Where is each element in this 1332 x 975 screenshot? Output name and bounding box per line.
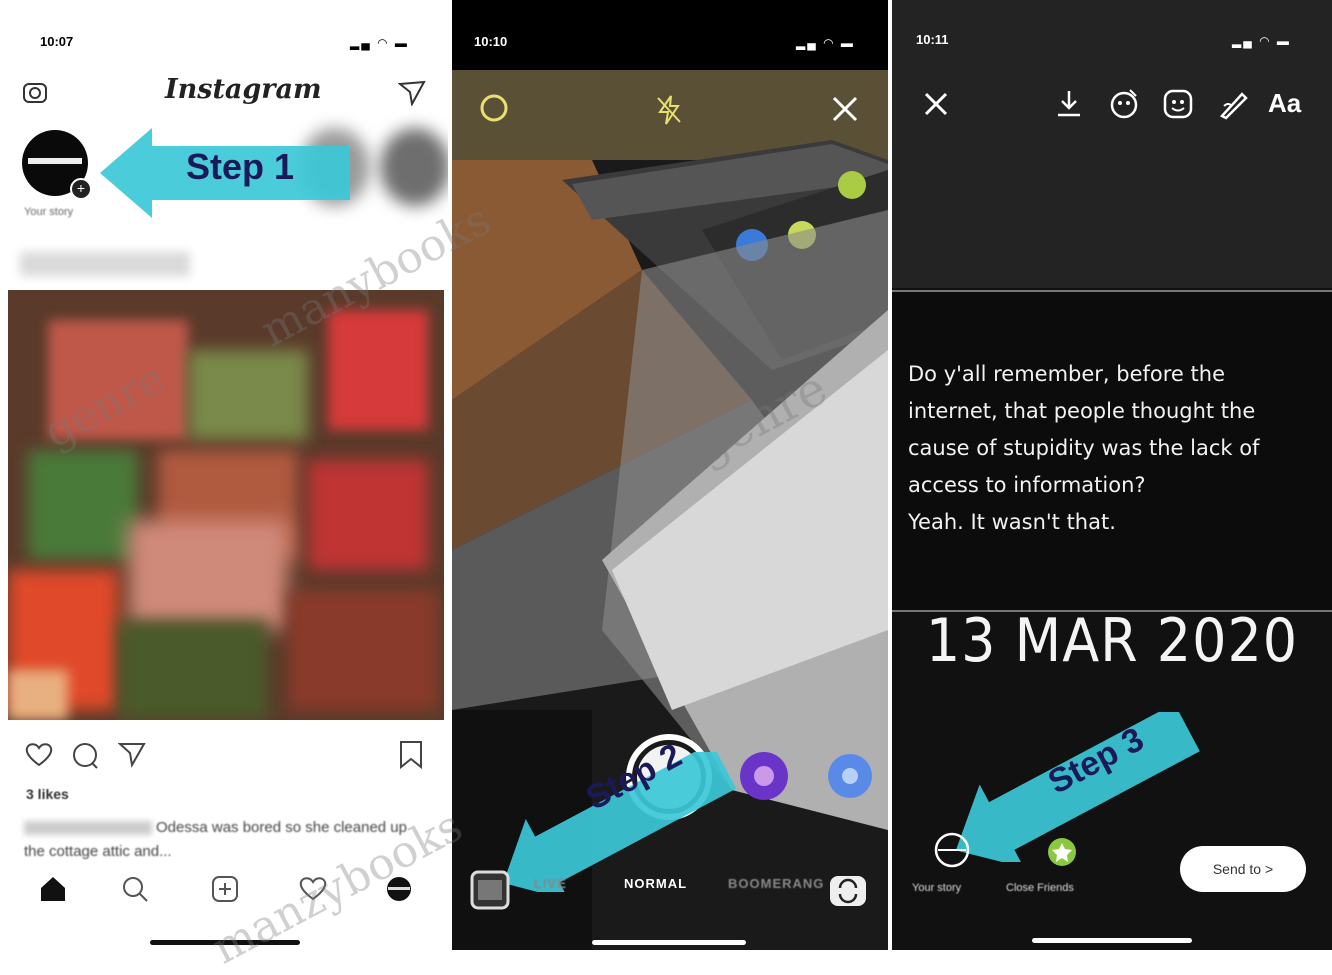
flash-off-icon[interactable] [654,94,684,131]
step1-label: Step 1 [186,146,295,187]
story-item[interactable] [380,128,448,206]
story-editor-panel: 10:11 ▂▄ ◠ ▬ Aa Do y'all remember, befor… [892,0,1332,950]
close-friends-label[interactable]: Close Friends [1006,882,1074,894]
status-icons: ▂▄ ◠ ▬ [796,36,855,50]
add-icon[interactable] [210,874,240,909]
status-icons: ▂▄ ◠ ▬ [1232,34,1291,48]
close-icon[interactable] [830,94,860,129]
sticker-icon[interactable] [1162,88,1194,125]
mode-normal[interactable]: NORMAL [624,876,687,891]
home-indicator [592,940,746,945]
story-plus-icon[interactable]: + [70,178,92,200]
send-to-button[interactable]: Send to > [1180,846,1306,892]
camera-icon[interactable] [22,80,50,111]
status-time: 10:11 [916,32,949,47]
flip-camera-icon[interactable] [828,870,868,915]
direct-icon[interactable] [397,78,428,111]
draw-icon[interactable] [1218,88,1250,125]
mode-live[interactable]: LIVE [534,876,567,891]
post-image[interactable] [8,290,444,720]
gallery-icon[interactable] [470,870,510,915]
comment-icon[interactable] [70,740,100,775]
share-icon[interactable] [117,740,148,773]
bookmark-icon[interactable] [398,740,424,775]
search-icon[interactable] [120,874,150,909]
quote-text: Do y'all remember, before the internet, … [908,356,1318,541]
status-icons: ▂▄ ◠ ▬ [350,36,409,50]
status-time: 10:07 [40,34,74,49]
home-indicator [1032,938,1192,943]
text-tool-button[interactable]: Aa [1268,88,1301,119]
post-header [20,252,190,276]
your-story-label[interactable]: Your story [912,882,961,894]
close-icon[interactable] [922,90,950,123]
settings-icon[interactable] [478,92,510,129]
effect-thumbnail[interactable] [826,752,874,805]
your-story-icon[interactable] [934,830,970,875]
effects-icon[interactable] [1108,88,1140,125]
heart-icon[interactable] [24,740,54,773]
app-title: Instagram [165,74,322,105]
status-time: 10:10 [474,34,508,49]
story-label: Your story [24,206,74,218]
download-icon[interactable] [1054,88,1084,125]
quote-body: Do y'all remember, before the internet, … [908,362,1260,534]
story-camera-panel: 10:10 ▂▄ ◠ ▬ Step 2 LIVE NORMAL BOOMERAN… [452,0,888,950]
caption-username[interactable] [24,821,152,836]
instagram-feed-panel: 10:07 ▂▄ ◠ ▬ Instagram + Your story Step… [0,0,448,950]
mode-boomerang[interactable]: BOOMERANG [728,876,824,891]
date-text: 13 MAR 2020 [925,606,1299,676]
close-friends-icon[interactable] [1046,836,1078,873]
home-icon[interactable] [38,874,68,909]
likes-count: 3 likes [26,786,69,802]
